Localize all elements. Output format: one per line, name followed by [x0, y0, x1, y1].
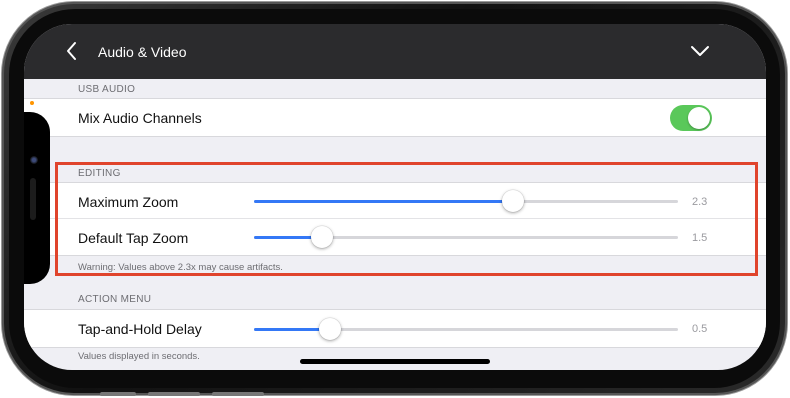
slider-thumb[interactable] — [319, 318, 341, 340]
chevron-down-icon[interactable] — [689, 43, 711, 59]
tap-hold-delay-value: 0.5 — [692, 323, 708, 335]
mic-indicator-dot — [30, 101, 34, 105]
action-menu-footer-text: Values displayed in seconds. — [78, 351, 200, 362]
editing-highlight-box — [55, 162, 758, 276]
volume-button — [100, 392, 136, 396]
camera-icon — [30, 156, 38, 164]
speaker-grille — [30, 178, 36, 220]
volume-button — [212, 392, 264, 396]
sensor-housing — [24, 112, 50, 284]
home-indicator[interactable] — [300, 359, 490, 364]
section-header-usb-audio: USB AUDIO — [78, 84, 136, 95]
chevron-left-icon[interactable] — [64, 41, 80, 61]
mix-audio-toggle[interactable] — [670, 105, 712, 131]
volume-button — [148, 392, 200, 396]
page-title: Audio & Video — [98, 44, 187, 60]
tap-hold-delay-slider[interactable] — [254, 318, 678, 340]
tap-hold-delay-row: Tap-and-Hold Delay 0.5 — [24, 309, 766, 348]
mix-audio-label: Mix Audio Channels — [78, 110, 202, 126]
section-header-action-menu: ACTION MENU — [78, 294, 152, 305]
tap-hold-delay-label: Tap-and-Hold Delay — [78, 321, 202, 337]
toggle-knob — [688, 107, 710, 129]
mix-audio-row[interactable]: Mix Audio Channels — [24, 98, 766, 137]
navigation-bar: Audio & Video — [24, 24, 766, 79]
